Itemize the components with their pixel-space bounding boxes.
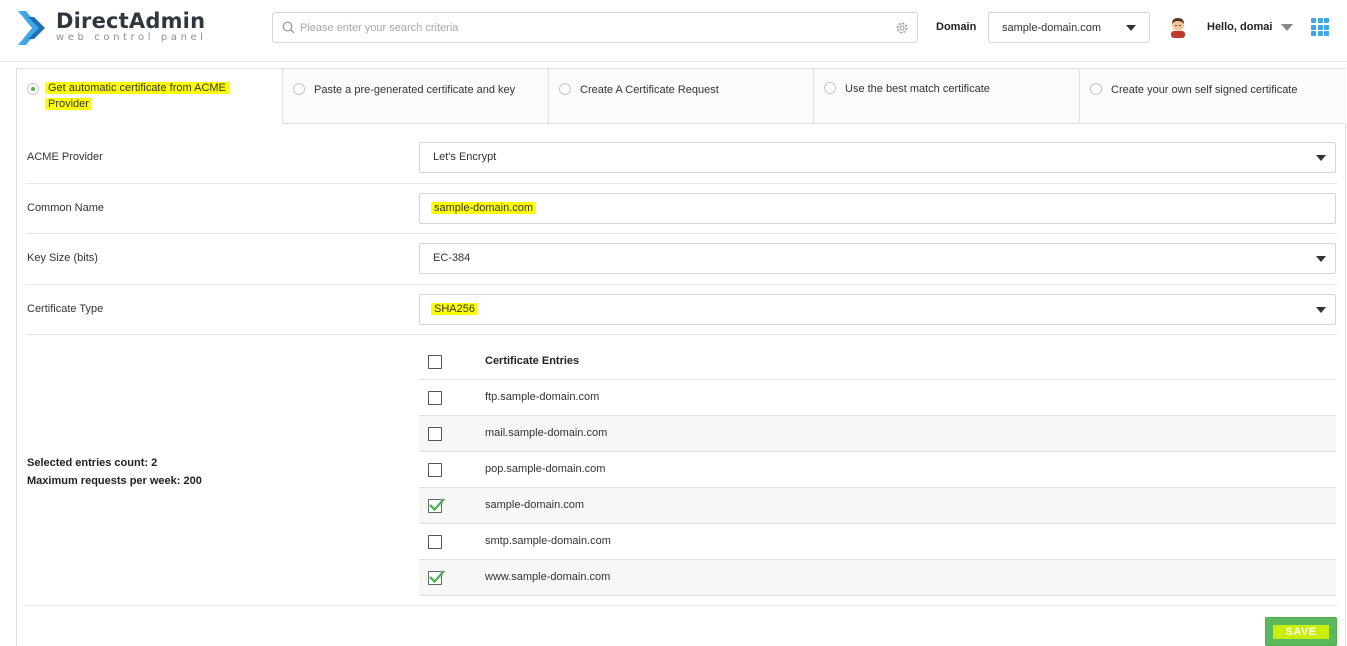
table-row[interactable]: ftp.sample-domain.com — [419, 380, 1336, 416]
entry-name: ftp.sample-domain.com — [485, 391, 600, 403]
certificate-entries-info: Selected entries count: 2 Maximum reques… — [27, 454, 202, 490]
certificate-entries-header: Certificate Entries — [485, 355, 580, 367]
chevron-down-icon — [1126, 25, 1136, 31]
radio-self-signed[interactable] — [1090, 83, 1102, 95]
certificate-type-row: Certificate Type SHA256 — [26, 285, 1337, 335]
select-all-checkbox[interactable] — [428, 355, 442, 369]
avatar[interactable] — [1168, 16, 1188, 38]
common-name-value: sample-domain.com — [431, 202, 537, 214]
entry-checkbox[interactable] — [428, 463, 442, 477]
radio-create-request[interactable] — [559, 83, 571, 95]
apps-grid-icon[interactable] — [1311, 18, 1329, 36]
acme-provider-select[interactable]: Let's Encrypt — [419, 142, 1336, 173]
logo[interactable]: DirectAdmin web control panel — [16, 9, 207, 47]
entry-checkbox-checked[interactable] — [428, 498, 445, 513]
tab-paste-cert-label: Paste a pre-generated certificate and ke… — [314, 84, 516, 96]
logo-title: DirectAdmin — [56, 9, 206, 33]
certificate-entries-table: Certificate Entries ftp.sample-domain.co… — [419, 343, 1336, 596]
entry-name: smtp.sample-domain.com — [485, 535, 611, 547]
tab-create-request-label: Create A Certificate Request — [580, 84, 719, 96]
logo-icon — [18, 11, 45, 45]
table-row[interactable]: smtp.sample-domain.com — [419, 524, 1336, 560]
checkmark-icon — [429, 498, 445, 512]
chevron-down-icon[interactable] — [1281, 24, 1293, 31]
search-icon — [282, 21, 295, 34]
radio-best-match[interactable] — [824, 82, 836, 94]
search-input[interactable] — [300, 13, 890, 42]
chevron-down-icon — [1316, 256, 1326, 262]
ssl-panel: Get automatic certificate from ACME Prov… — [16, 68, 1346, 646]
entry-name: www.sample-domain.com — [485, 571, 611, 583]
user-greeting[interactable]: Hello, domai — [1207, 21, 1272, 33]
certificate-method-tabs: Get automatic certificate from ACME Prov… — [17, 68, 1347, 124]
table-header-row: Certificate Entries — [419, 343, 1336, 380]
tab-acme-label: Get automatic certificate from ACME Prov… — [45, 82, 229, 110]
entry-checkbox[interactable] — [428, 391, 442, 405]
common-name-row: Common Name sample-domain.com — [26, 184, 1337, 234]
table-row[interactable]: www.sample-domain.com — [419, 560, 1336, 596]
top-header: DirectAdmin web control panel Domain sam… — [0, 0, 1347, 62]
certificate-type-value: SHA256 — [431, 303, 478, 315]
tab-self-signed-label: Create your own self signed certificate — [1111, 84, 1298, 96]
entry-checkbox[interactable] — [428, 535, 442, 549]
domain-select[interactable]: sample-domain.com — [988, 12, 1150, 43]
save-button[interactable]: SAVE — [1265, 617, 1337, 646]
divider — [26, 605, 1337, 606]
tab-self-signed[interactable]: Create your own self signed certificate — [1080, 68, 1346, 124]
acme-provider-label: ACME Provider — [27, 151, 103, 163]
entry-checkbox[interactable] — [428, 427, 442, 441]
domain-select-value: sample-domain.com — [1002, 22, 1102, 34]
logo-subtitle: web control panel — [56, 32, 207, 43]
chevron-down-icon — [1316, 155, 1326, 161]
tab-acme[interactable]: Get automatic certificate from ACME Prov… — [17, 68, 283, 124]
chevron-down-icon — [1316, 307, 1326, 313]
entry-name: mail.sample-domain.com — [485, 427, 608, 439]
table-row[interactable]: pop.sample-domain.com — [419, 452, 1336, 488]
tab-paste-cert[interactable]: Paste a pre-generated certificate and ke… — [283, 68, 549, 124]
max-requests-per-week: Maximum requests per week: 200 — [27, 475, 202, 487]
save-button-label: SAVE — [1273, 624, 1329, 639]
key-size-row: Key Size (bits) EC-384 — [26, 234, 1337, 285]
gear-icon[interactable] — [895, 21, 909, 35]
selected-entries-count: Selected entries count: 2 — [27, 457, 158, 469]
acme-provider-row: ACME Provider Let's Encrypt — [26, 124, 1337, 184]
key-size-value: EC-384 — [433, 252, 471, 264]
checkmark-icon — [429, 570, 445, 584]
certificate-type-select[interactable]: SHA256 — [419, 294, 1336, 325]
radio-paste-cert[interactable] — [293, 83, 305, 95]
tab-create-request[interactable]: Create A Certificate Request — [549, 68, 814, 124]
common-name-field[interactable]: sample-domain.com — [419, 193, 1336, 224]
entry-name: pop.sample-domain.com — [485, 463, 606, 475]
key-size-label: Key Size (bits) — [27, 252, 98, 264]
acme-provider-value: Let's Encrypt — [433, 151, 497, 163]
domain-label: Domain — [936, 21, 977, 33]
entry-checkbox-checked[interactable] — [428, 570, 445, 585]
entry-name: sample-domain.com — [485, 499, 585, 511]
tab-best-match[interactable]: Use the best match certificate — [814, 68, 1080, 124]
table-row[interactable]: sample-domain.com — [419, 488, 1336, 524]
search-box[interactable] — [272, 12, 918, 43]
table-row[interactable]: mail.sample-domain.com — [419, 416, 1336, 452]
tab-best-match-label: Use the best match certificate — [845, 83, 990, 95]
certificate-type-label: Certificate Type — [27, 303, 104, 315]
key-size-select[interactable]: EC-384 — [419, 243, 1336, 274]
radio-acme[interactable] — [27, 83, 39, 95]
common-name-label: Common Name — [27, 202, 105, 214]
